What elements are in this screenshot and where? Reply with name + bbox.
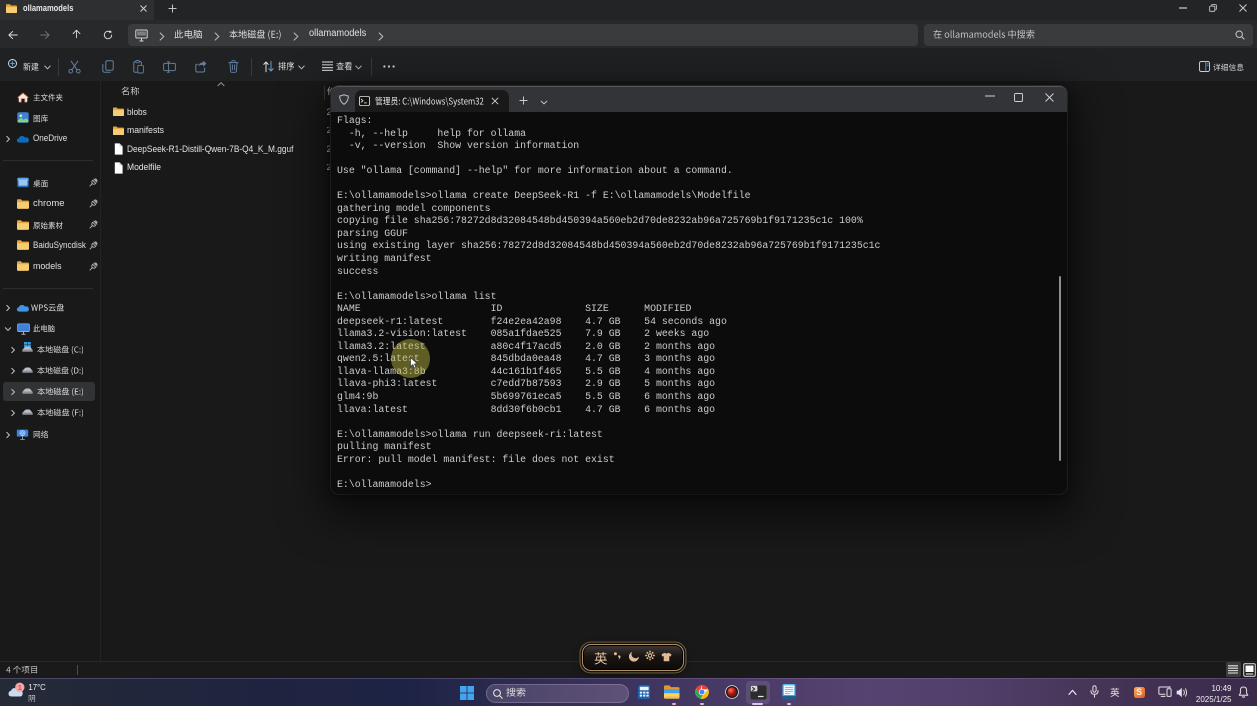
svg-text:1: 1 bbox=[18, 685, 22, 692]
